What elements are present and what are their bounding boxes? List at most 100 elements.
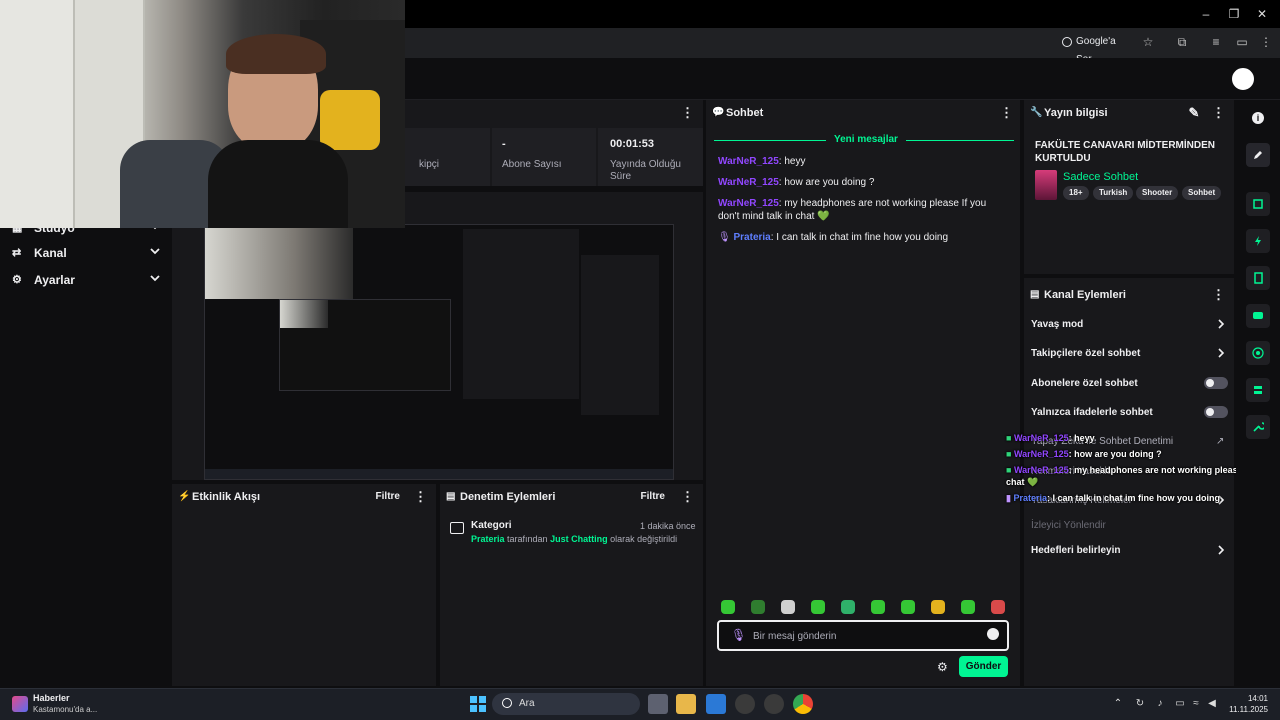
rail-notes-button[interactable] [1246, 266, 1270, 290]
rail-tools-button[interactable] [1246, 415, 1270, 439]
clock-time[interactable]: 14:01 [1230, 694, 1268, 703]
wifi-icon[interactable]: ≈ [1190, 698, 1202, 710]
modlog-text: tarafından [504, 534, 551, 544]
menu-icon[interactable]: ⋮ [1258, 34, 1274, 50]
category-link[interactable]: Sadece Sohbet [1063, 171, 1138, 183]
obs-icon[interactable] [735, 694, 755, 714]
emote-icon[interactable] [721, 600, 735, 614]
tag[interactable]: Shooter [1136, 186, 1179, 200]
app-icon[interactable] [764, 694, 784, 714]
kebab-icon[interactable]: ⋮ [681, 490, 694, 504]
emoji-icon[interactable] [987, 628, 999, 640]
nested-actions [581, 255, 659, 415]
chrome-icon[interactable] [793, 694, 813, 714]
extensions-icon[interactable]: ⧉ [1174, 34, 1190, 50]
chat-username[interactable]: WarNeR_125 [718, 177, 779, 188]
stream-preview-video[interactable] [204, 224, 674, 480]
maximize-icon[interactable]: ❐ [1226, 6, 1242, 22]
close-icon[interactable]: ✕ [1254, 6, 1270, 22]
sync-icon[interactable]: ↻ [1134, 698, 1146, 710]
nav-item-settings[interactable]: ⚙ Ayarlar [12, 269, 162, 291]
send-button[interactable]: Gönder [959, 656, 1008, 677]
emote-icon[interactable] [871, 600, 885, 614]
chat-username[interactable]: WarNeR_125 [718, 156, 779, 167]
chat-message: WarNeR_125: how are you doing ? [718, 176, 1008, 189]
emote-icon[interactable] [841, 600, 855, 614]
chat-input[interactable] [753, 628, 973, 644]
chevron-right-icon[interactable] [1216, 319, 1226, 329]
rail-edit-button[interactable] [1246, 143, 1270, 167]
chevron-right-icon[interactable] [1216, 348, 1226, 358]
info-icon[interactable]: i [1252, 112, 1264, 124]
task-view-icon[interactable] [648, 694, 668, 714]
kebab-icon[interactable]: ⋮ [1000, 106, 1013, 120]
avatar[interactable] [1232, 68, 1254, 90]
activity-header: ⚡ Etkinlik Akışı Filtre ⋮ [172, 484, 436, 510]
emote-icon[interactable] [931, 600, 945, 614]
rail-raid-button[interactable] [1246, 378, 1270, 402]
gear-icon[interactable]: ⚙ [937, 660, 948, 674]
chevron-up-icon[interactable]: ⌃ [1112, 698, 1124, 710]
news-subtitle[interactable]: Kastamonu'da a... [33, 705, 97, 714]
filter-button[interactable]: Filtre [641, 491, 665, 502]
overlay-text: : I can talk in chat im fine how you doi… [1046, 493, 1220, 503]
emote-icon[interactable] [901, 600, 915, 614]
raid-row[interactable]: İzleyici Yönlendir [1031, 520, 1106, 531]
kebab-icon[interactable]: ⋮ [681, 106, 694, 120]
minimize-icon[interactable]: – [1198, 6, 1214, 22]
subscribers-only-toggle[interactable] [1204, 377, 1228, 389]
chevron-right-icon[interactable] [1216, 545, 1226, 555]
nav-item-channel[interactable]: ⇄ Kanal [12, 242, 162, 264]
pencil-icon[interactable]: ✎ [1188, 106, 1200, 120]
chat-username[interactable]: WarNeR_125 [718, 198, 779, 209]
kebab-icon[interactable]: ⋮ [1212, 288, 1225, 302]
emote-only-toggle[interactable] [1204, 406, 1228, 418]
chat-panel: 💬 Sohbet ⋮ WarNeR_125: heyy WarNeR_125: … [706, 100, 1020, 686]
windows-start-icon[interactable] [470, 696, 486, 712]
emote-icon[interactable] [811, 600, 825, 614]
rail-chat-button[interactable] [1246, 304, 1270, 328]
emote-icon[interactable] [991, 600, 1005, 614]
modlog-user[interactable]: Prateria [471, 534, 505, 544]
news-icon[interactable] [12, 696, 28, 712]
filter-button[interactable]: Filtre [376, 491, 400, 502]
taskbar-search[interactable]: Ara [492, 693, 640, 715]
mic-icon[interactable]: 🎙 [731, 628, 746, 642]
mic-icon[interactable]: ♪ [1154, 698, 1166, 710]
emote-only-row[interactable]: Yalnızca ifadelerle sohbet [1031, 407, 1153, 418]
rail-ads-button[interactable] [1246, 229, 1270, 253]
rail-broadcast-button[interactable] [1246, 341, 1270, 365]
subscribers-only-row[interactable]: Abonelere özel sohbet [1031, 378, 1138, 389]
chat-username[interactable]: Prateria [733, 232, 770, 243]
channel-actions-header: ▤ Kanal Eylemleri ⋮ [1024, 282, 1234, 308]
kebab-icon[interactable]: ⋮ [1212, 106, 1225, 120]
file-explorer-icon[interactable] [676, 694, 696, 714]
modlog-category[interactable]: Just Chatting [550, 534, 608, 544]
slow-mode-row[interactable]: Yavaş mod [1031, 319, 1083, 330]
profile-icon[interactable]: ▭ [1234, 34, 1250, 50]
rail-clip-button[interactable] [1246, 192, 1270, 216]
activity-feed-panel: ⚡ Etkinlik Akışı Filtre ⋮ [172, 484, 436, 686]
emote-icon[interactable] [961, 600, 975, 614]
bookmark-star-icon[interactable]: ☆ [1140, 34, 1156, 50]
store-icon[interactable] [706, 694, 726, 714]
kebab-icon[interactable]: ⋮ [414, 490, 427, 504]
volume-icon[interactable]: ◀ [1206, 698, 1218, 710]
chat-input-box[interactable]: 🎙 [717, 620, 1009, 651]
tag[interactable]: Sohbet [1182, 186, 1222, 200]
external-link-icon[interactable]: ↗ [1216, 436, 1224, 447]
news-title[interactable]: Haberler [33, 693, 70, 703]
tag[interactable]: 18+ [1063, 186, 1089, 200]
display-icon[interactable]: ▭ [1174, 698, 1186, 710]
goals-row[interactable]: Hedefleri belirleyin [1031, 545, 1120, 556]
followers-only-row[interactable]: Takipçilere özel sohbet [1031, 348, 1140, 359]
tag[interactable]: Turkish [1093, 186, 1134, 200]
google-ask-button[interactable]: Google'a Sor [1058, 33, 1134, 65]
emote-icon[interactable] [751, 600, 765, 614]
emote-icon[interactable] [781, 600, 795, 614]
clock-date[interactable]: 11.11.2025 [1222, 705, 1268, 714]
chat-text: : I can talk in chat im fine how you doi… [770, 232, 949, 243]
media-icon[interactable]: ≡ [1208, 34, 1224, 50]
modlog-entry-title: Kategori [471, 520, 512, 531]
webcam-chair-accent [320, 90, 380, 150]
